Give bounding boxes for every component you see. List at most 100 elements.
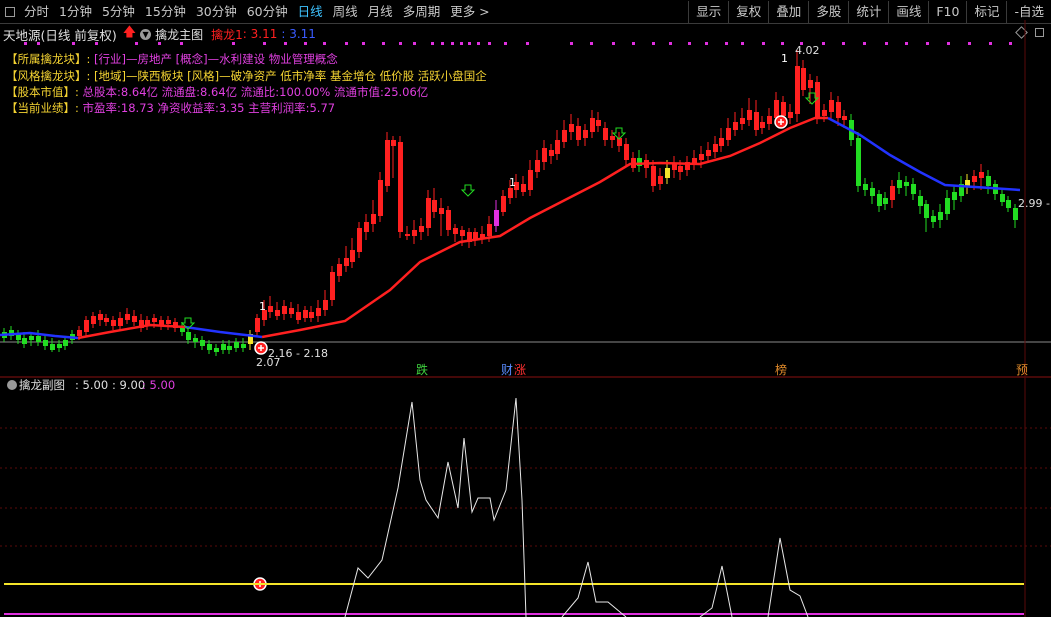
- candle-body: [221, 344, 226, 350]
- signal-dot: [72, 42, 75, 45]
- sub-osc-line: [699, 565, 733, 617]
- last-price-label: 2.99 -: [1018, 197, 1050, 210]
- candle-body: [945, 198, 950, 214]
- candle-body: [118, 318, 123, 326]
- candle-body: [863, 184, 868, 190]
- candle-body: [788, 112, 793, 118]
- candle-body: [29, 336, 34, 340]
- candle-body: [733, 122, 738, 130]
- candle-body: [542, 148, 547, 162]
- signal-dot: [24, 42, 27, 45]
- event-marker-rise[interactable]: 涨: [514, 362, 526, 377]
- candle-body: [883, 198, 888, 204]
- candle-body: [43, 340, 48, 346]
- candle-body: [678, 166, 683, 172]
- signal-dot: [232, 42, 235, 45]
- signal-dot: [725, 42, 728, 45]
- candle-body: [754, 112, 759, 130]
- candle-body: [535, 160, 540, 172]
- candle-body: [453, 228, 458, 234]
- candle-body: [111, 320, 116, 326]
- signal-dot: [323, 42, 326, 45]
- signal-dot: [477, 42, 480, 45]
- candle-body: [521, 184, 526, 192]
- candle-body: [487, 224, 492, 236]
- event-marker-fall[interactable]: 跌: [416, 362, 428, 377]
- candle-body: [460, 230, 465, 236]
- signal-dot: [1009, 42, 1012, 45]
- sub-osc-line: [561, 561, 627, 617]
- signal-dot: [488, 42, 491, 45]
- signal-one-label: 1: [781, 52, 788, 65]
- candle-body: [549, 150, 554, 156]
- candle-body: [57, 344, 62, 348]
- signal-dot: [345, 42, 348, 45]
- candle-body: [774, 100, 779, 118]
- candle-body: [303, 310, 308, 318]
- sub-settings-icon[interactable]: [7, 380, 17, 390]
- candle-body: [180, 328, 185, 332]
- signal-dot: [158, 42, 161, 45]
- signal-dot: [362, 42, 365, 45]
- candle-body: [726, 128, 731, 140]
- signal-dot: [135, 42, 138, 45]
- candle-body: [801, 68, 806, 90]
- candle-body: [603, 128, 608, 140]
- signal-dot: [741, 42, 744, 45]
- candle-body: [330, 272, 335, 300]
- sub-value-1: : 5.00: [75, 378, 108, 392]
- sub-value-2: : 9.00: [112, 378, 145, 392]
- signal-dot: [863, 42, 866, 45]
- candle-body: [965, 180, 970, 186]
- signal-dot: [781, 42, 784, 45]
- candle-body: [255, 318, 260, 332]
- kline-chart[interactable]: 111 4.02 2.07 2.16 - 2.18 2.99 - 跌 财 涨 榜…: [0, 0, 1051, 617]
- candle-body: [125, 314, 130, 320]
- candle-body: [98, 314, 103, 320]
- signal-dot: [842, 42, 845, 45]
- event-marker-ranking[interactable]: 榜: [775, 362, 787, 377]
- candle-body: [713, 144, 718, 152]
- candle-body: [22, 338, 27, 344]
- sub-value-3: : 5.00: [142, 378, 175, 392]
- low-range-label: 2.16 - 2.18: [268, 347, 328, 360]
- candle-body: [132, 316, 137, 322]
- candle-body: [781, 102, 786, 116]
- signal-dot: [263, 42, 266, 45]
- candle-body: [897, 180, 902, 188]
- signal-dot: [413, 42, 416, 45]
- candle-body: [699, 154, 704, 160]
- signal-dot: [399, 42, 402, 45]
- signal-dot: [705, 42, 708, 45]
- candle-body: [624, 144, 629, 160]
- signal-dot: [989, 42, 992, 45]
- candle-body: [426, 198, 431, 228]
- candle-body: [986, 176, 991, 186]
- candle-body: [166, 320, 171, 324]
- candle-body: [289, 308, 294, 314]
- signal-dot: [441, 42, 444, 45]
- event-marker-finance[interactable]: 财: [501, 363, 513, 377]
- event-marker-forecast[interactable]: 预: [1016, 363, 1028, 377]
- signal-dot: [669, 42, 672, 45]
- candle-body: [596, 120, 601, 126]
- signal-dot: [905, 42, 908, 45]
- candle-body: [979, 172, 984, 178]
- candle-body: [651, 166, 656, 186]
- candle-body: [439, 208, 444, 214]
- candle-body: [419, 226, 424, 232]
- candle-body: [528, 170, 533, 190]
- candle-body: [412, 230, 417, 236]
- candle-body: [808, 80, 813, 88]
- candle-body: [432, 200, 437, 212]
- candle-body: [234, 342, 239, 348]
- candle-body: [241, 344, 246, 348]
- signal-dot: [284, 42, 287, 45]
- signal-dot: [652, 42, 655, 45]
- sub-indicator-name[interactable]: 擒龙副图: [19, 378, 65, 392]
- candle-body: [952, 192, 957, 200]
- candle-body: [207, 344, 212, 350]
- candle-body: [795, 66, 800, 114]
- candle-body: [385, 140, 390, 186]
- candle-body: [904, 182, 909, 186]
